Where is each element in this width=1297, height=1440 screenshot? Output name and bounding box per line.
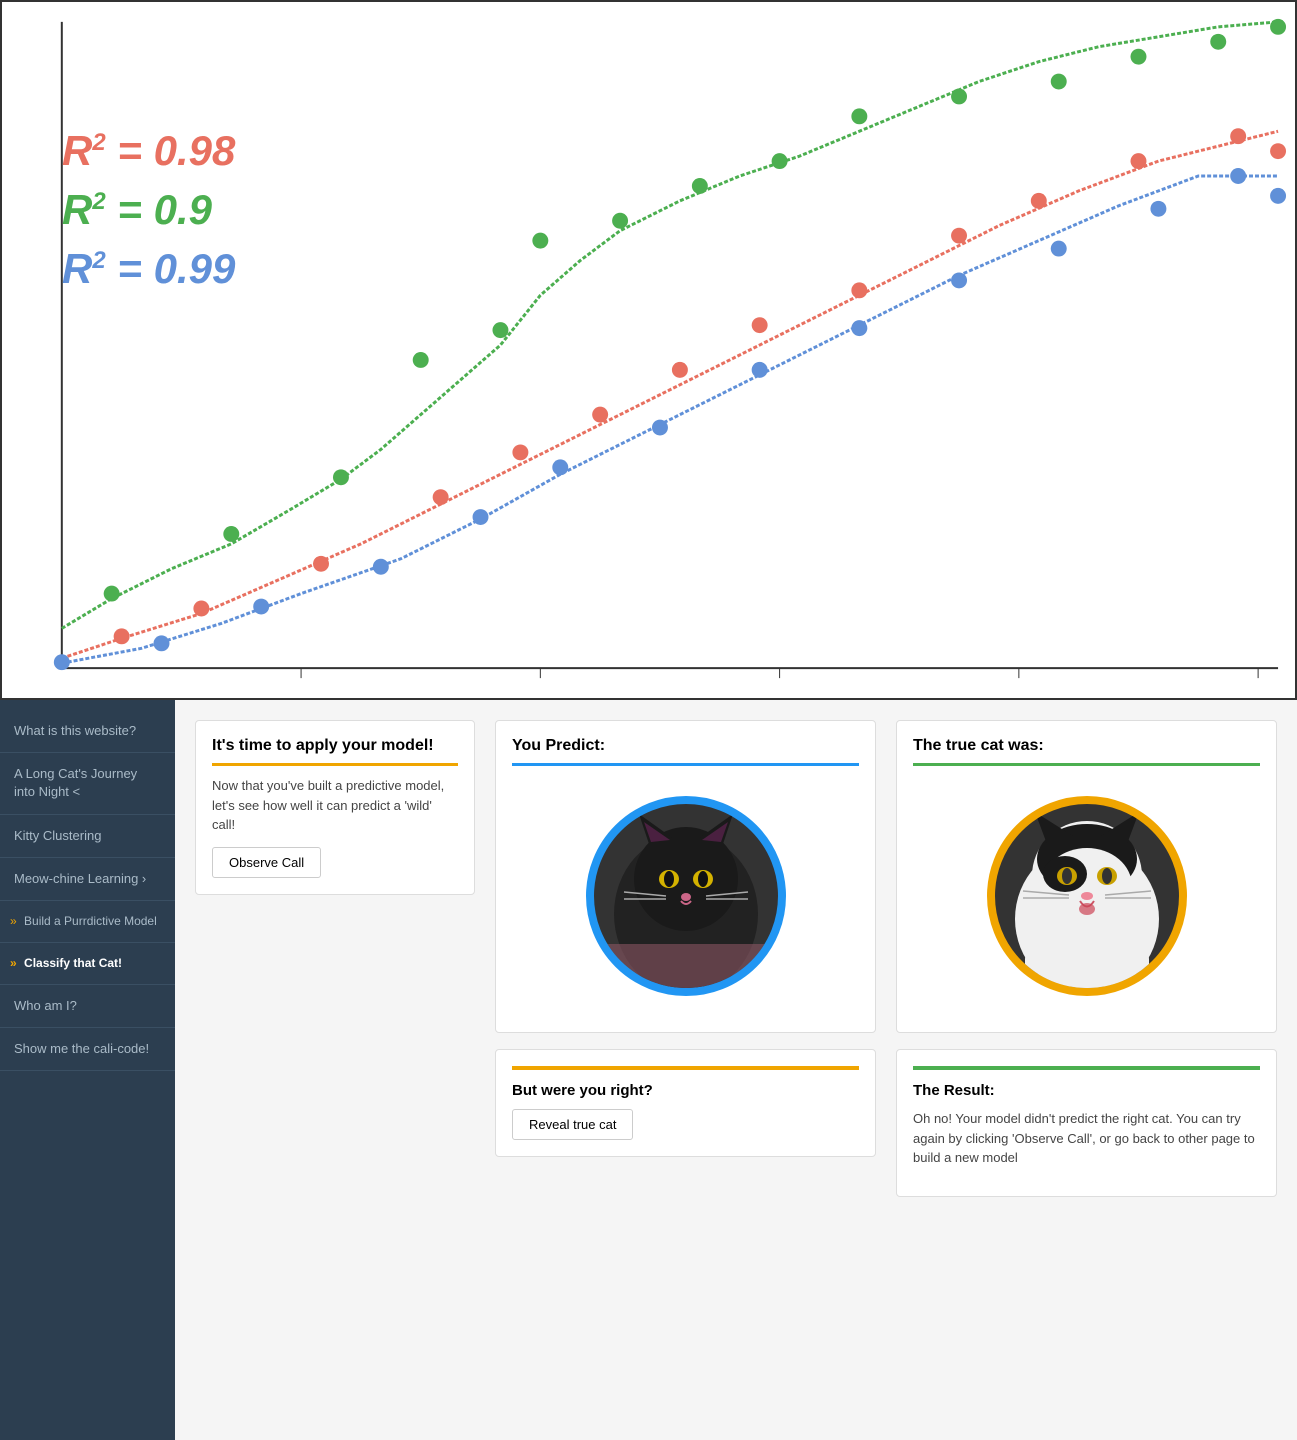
you-predict-title: You Predict:	[512, 737, 859, 766]
panel-center: You Predict:	[495, 720, 876, 1420]
r-squared-labels: R2 = 0.98 R2 = 0.9 R2 = 0.99	[62, 122, 235, 298]
true-cat-circle	[987, 796, 1187, 996]
active-sub-arrow-icon: »	[10, 956, 17, 970]
arrow-icon: ›	[142, 871, 146, 886]
build-model-label: Build a Purrdictive Model	[24, 914, 157, 928]
main-content: It's time to apply your model! Now that …	[175, 700, 1297, 1440]
chart-area: R2 = 0.98 R2 = 0.9 R2 = 0.99	[0, 0, 1297, 700]
classify-cat-label: Classify that Cat!	[24, 956, 122, 970]
chart-svg	[2, 2, 1295, 698]
true-cat-card: The true cat was:	[896, 720, 1277, 1033]
meow-chine-label: Meow-chine Learning	[14, 871, 138, 886]
reveal-true-cat-button[interactable]: Reveal true cat	[512, 1109, 633, 1140]
sidebar: What is this website? A Long Cat's Journ…	[0, 700, 175, 1440]
apply-model-card: It's time to apply your model! Now that …	[195, 720, 475, 895]
divider	[512, 1066, 859, 1070]
sidebar-item-kitty-clustering[interactable]: Kitty Clustering	[0, 815, 175, 858]
true-cat-title: The true cat was:	[913, 737, 1260, 766]
r2-red-label: R2 = 0.98	[62, 122, 235, 181]
were-you-right-title: But were you right?	[512, 1082, 859, 1099]
sidebar-item-what-is-website[interactable]: What is this website?	[0, 710, 175, 753]
r2-blue-label: R2 = 0.99	[62, 240, 235, 299]
result-title: The Result:	[913, 1082, 1260, 1099]
predict-cat-container	[512, 776, 859, 1016]
you-predict-card: You Predict:	[495, 720, 876, 1033]
result-body: Oh no! Your model didn't predict the rig…	[913, 1109, 1260, 1168]
panel-left: It's time to apply your model! Now that …	[195, 720, 475, 1420]
true-cat-container	[913, 776, 1260, 1016]
apply-model-title: It's time to apply your model!	[212, 737, 458, 766]
sidebar-item-build-model[interactable]: » Build a Purrdictive Model	[0, 901, 175, 943]
bw-cat-svg	[995, 804, 1179, 988]
sidebar-item-long-cat[interactable]: A Long Cat's Journey into Night <	[0, 753, 175, 814]
result-divider	[913, 1066, 1260, 1070]
were-you-right-card: But were you right? Reveal true cat	[495, 1049, 876, 1157]
sidebar-item-show-cali-code[interactable]: Show me the cali-code!	[0, 1028, 175, 1071]
r2-green-label: R2 = 0.9	[62, 181, 235, 240]
black-cat-svg	[594, 804, 778, 988]
sub-arrow-icon: »	[10, 914, 17, 928]
sidebar-item-meow-chine-learning[interactable]: Meow-chine Learning ›	[0, 858, 175, 901]
sidebar-item-classify-cat[interactable]: » Classify that Cat!	[0, 943, 175, 985]
result-card: The Result: Oh no! Your model didn't pre…	[896, 1049, 1277, 1197]
panel-right: The true cat was:	[896, 720, 1277, 1420]
sidebar-item-who-am-i[interactable]: Who am I?	[0, 985, 175, 1028]
apply-model-body: Now that you've built a predictive model…	[212, 776, 458, 835]
predict-cat-circle	[586, 796, 786, 996]
observe-call-button[interactable]: Observe Call	[212, 847, 321, 878]
bottom-section: What is this website? A Long Cat's Journ…	[0, 700, 1297, 1440]
